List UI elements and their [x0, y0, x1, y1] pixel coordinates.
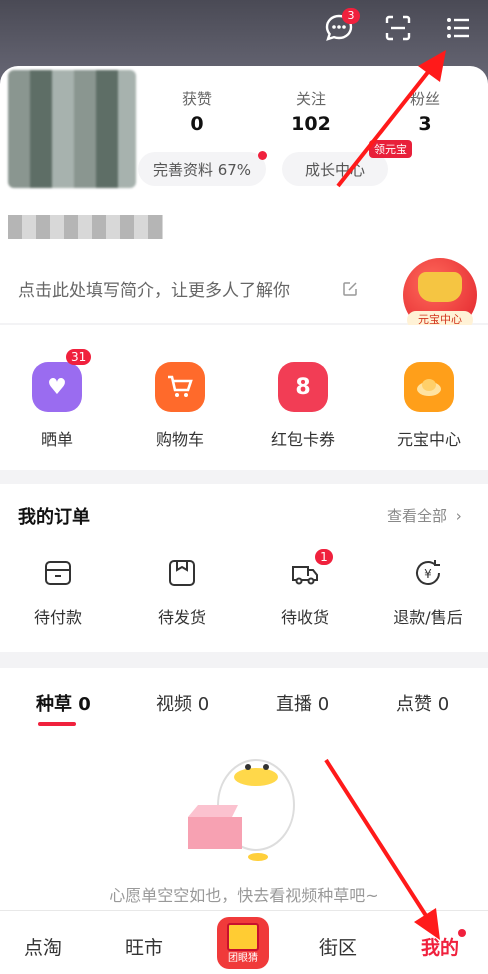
arrow-to-menu	[336, 60, 438, 188]
arrow-head-mine	[414, 908, 440, 940]
arrow-to-mine	[324, 758, 434, 927]
annotation-arrows	[324, 50, 446, 940]
